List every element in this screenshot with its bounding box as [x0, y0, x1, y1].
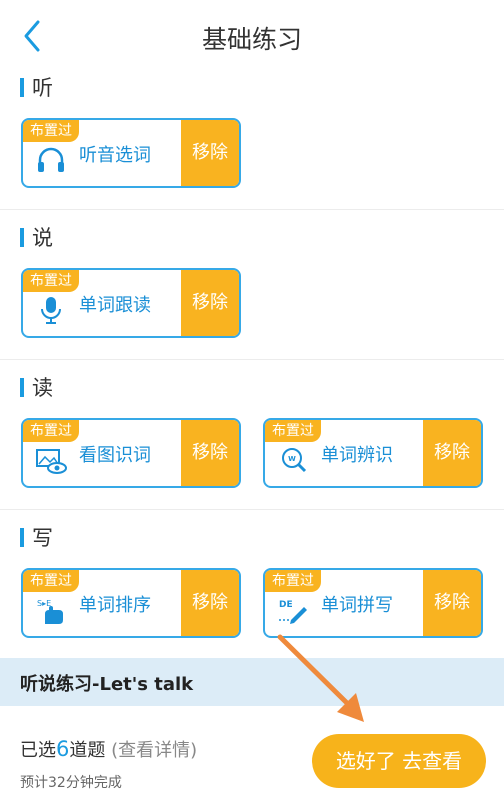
exercise-card-listen-choose[interactable]: 布置过 听音选词 移除	[21, 118, 241, 188]
assigned-badge: 布置过	[265, 570, 321, 592]
selected-count: 6	[56, 737, 70, 761]
remove-button[interactable]: 移除	[181, 270, 239, 336]
assigned-badge: 布置过	[265, 420, 321, 442]
remove-button[interactable]: 移除	[423, 570, 481, 636]
section-marker	[20, 378, 24, 397]
remove-button[interactable]: 移除	[181, 120, 239, 186]
assigned-badge: 布置过	[23, 120, 79, 142]
confirm-view-button[interactable]: 选好了 去查看	[312, 734, 486, 788]
section-label: 写	[32, 526, 53, 550]
assigned-badge: 布置过	[23, 420, 79, 442]
svg-text:S▸E: S▸E	[37, 599, 51, 608]
talk-section-header[interactable]: 听说练习-Let's talk	[0, 658, 504, 706]
exercise-card-word-sort[interactable]: 布置过 S▸E 单词排序 移除	[21, 568, 241, 638]
header: 基础练习	[0, 0, 504, 70]
section-label: 说	[32, 226, 53, 250]
remove-button[interactable]: 移除	[181, 420, 239, 486]
exercise-card-picture-word[interactable]: 布置过 看图识词 移除	[21, 418, 241, 488]
talk-section-title: 听说练习-Let's talk	[20, 674, 194, 695]
pen-spell-icon: DE	[279, 600, 307, 624]
selected-prefix: 已选	[20, 740, 56, 761]
exercise-label: 单词辨识	[321, 445, 393, 466]
eye-picture-icon	[36, 449, 67, 474]
remove-button[interactable]: 移除	[423, 420, 481, 486]
microphone-icon	[41, 297, 61, 324]
divider	[0, 509, 504, 510]
section-marker	[20, 528, 24, 547]
remove-button[interactable]: 移除	[181, 570, 239, 636]
section-label: 读	[32, 376, 53, 400]
divider	[0, 209, 504, 210]
section-marker	[20, 228, 24, 247]
exercise-card-word-spell[interactable]: 布置过 DE 单词拼写 移除	[263, 568, 483, 638]
exercise-label: 单词排序	[79, 595, 151, 616]
section-title-speak: 说	[20, 225, 53, 251]
svg-text:W: W	[288, 455, 296, 463]
section-title-write: 写	[20, 525, 53, 551]
assigned-badge: 布置过	[23, 570, 79, 592]
word-magnifier-icon: W	[282, 448, 307, 473]
time-estimate: 预计32分钟完成	[20, 775, 122, 791]
view-details-link[interactable]: (查看详情)	[111, 740, 197, 761]
svg-text:DE: DE	[279, 600, 293, 610]
section-title-read: 读	[20, 375, 53, 401]
page-title: 基础练习	[201, 25, 302, 54]
selection-summary: 已选6道题 (查看详情)	[20, 736, 197, 762]
section-marker	[20, 78, 24, 97]
exercise-label: 单词拼写	[321, 595, 393, 616]
exercise-label: 单词跟读	[79, 295, 151, 316]
exercise-label: 听音选词	[79, 145, 151, 166]
exercise-card-word-recognize[interactable]: 布置过 W 单词辨识 移除	[263, 418, 483, 488]
hand-sort-icon: S▸E	[37, 599, 63, 624]
divider	[0, 359, 504, 360]
headphones-icon	[38, 147, 64, 172]
section-label: 听	[32, 76, 53, 100]
exercise-label: 看图识词	[79, 445, 151, 466]
assigned-badge: 布置过	[23, 270, 79, 292]
selected-suffix: 道题	[69, 740, 106, 761]
section-title-listen: 听	[20, 75, 53, 101]
exercise-card-word-repeat[interactable]: 布置过 单词跟读 移除	[21, 268, 241, 338]
